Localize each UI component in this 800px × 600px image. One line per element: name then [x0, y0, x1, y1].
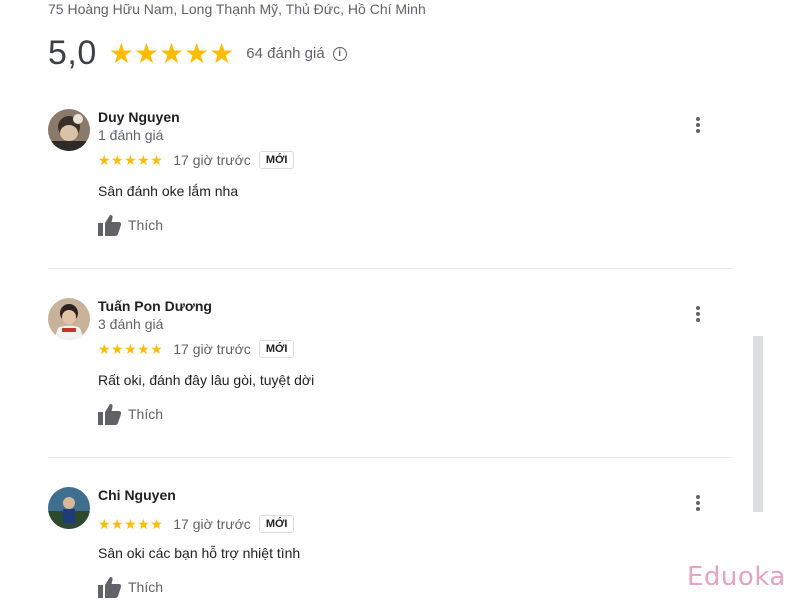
like-label: Thích — [128, 217, 164, 233]
review-time: 17 giờ trước — [173, 516, 251, 532]
review-rating-row: ★★★★★ 17 giờ trước MỚI — [98, 151, 295, 169]
reviewer-review-count: 3 đánh giá — [98, 316, 164, 332]
review-author[interactable]: Tuấn Pon Dương — [98, 298, 212, 314]
rating-summary: 5,0 ★★★★★ 64 đánh giá i — [48, 34, 347, 73]
average-stars: ★★★★★ — [108, 37, 235, 69]
review-author[interactable]: Duy Nguyen — [98, 109, 180, 125]
divider — [48, 268, 732, 269]
review-count[interactable]: 64 đánh giá — [246, 45, 324, 62]
avatar[interactable] — [48, 487, 90, 529]
avatar[interactable] — [48, 298, 90, 340]
review-stars: ★★★★★ — [98, 340, 164, 357]
review-item: Duy Nguyen 1 đánh giá ★★★★★ 17 giờ trước… — [48, 109, 732, 249]
thumbs-up-icon — [98, 577, 122, 598]
like-button[interactable]: Thích — [98, 403, 163, 425]
like-button[interactable]: Thích — [98, 576, 163, 598]
review-text: Sân oki các bạn hỗ trợ nhiệt tình — [98, 545, 301, 561]
review-item: Chi Nguyen ★★★★★ 17 giờ trước MỚI Sân ok… — [48, 487, 732, 600]
review-item: Tuấn Pon Dương 3 đánh giá ★★★★★ 17 giờ t… — [48, 298, 732, 438]
watermark-logo: Eduoka — [687, 562, 786, 592]
average-score: 5,0 — [48, 34, 97, 72]
review-author[interactable]: Chi Nguyen — [98, 487, 176, 503]
new-badge: MỚI — [258, 515, 295, 533]
thumbs-up-icon — [98, 215, 122, 236]
like-label: Thích — [128, 579, 164, 595]
more-options-icon[interactable] — [694, 306, 702, 324]
like-label: Thích — [128, 406, 164, 422]
info-icon[interactable]: i — [332, 46, 347, 61]
more-options-icon[interactable] — [694, 117, 702, 135]
place-address: 75 Hoàng Hữu Nam, Long Thạnh Mỹ, Thủ Đức… — [48, 1, 426, 17]
avatar[interactable] — [48, 109, 90, 151]
review-rating-row: ★★★★★ 17 giờ trước MỚI — [98, 515, 295, 533]
like-button[interactable]: Thích — [98, 214, 163, 236]
thumbs-up-icon — [98, 404, 122, 425]
more-options-icon[interactable] — [694, 495, 702, 513]
review-rating-row: ★★★★★ 17 giờ trước MỚI — [98, 340, 295, 358]
new-badge: MỚI — [258, 151, 295, 169]
scrollbar[interactable] — [753, 336, 763, 512]
review-stars: ★★★★★ — [98, 515, 164, 532]
divider — [48, 457, 732, 458]
review-stars: ★★★★★ — [98, 151, 164, 168]
new-badge: MỚI — [258, 340, 295, 358]
reviewer-review-count: 1 đánh giá — [98, 127, 164, 143]
review-text: Rất oki, đánh đây lâu gòi, tuyệt dời — [98, 372, 315, 388]
review-time: 17 giờ trước — [173, 341, 251, 357]
review-text: Sân đánh oke lắm nha — [98, 183, 239, 199]
review-time: 17 giờ trước — [173, 152, 251, 168]
